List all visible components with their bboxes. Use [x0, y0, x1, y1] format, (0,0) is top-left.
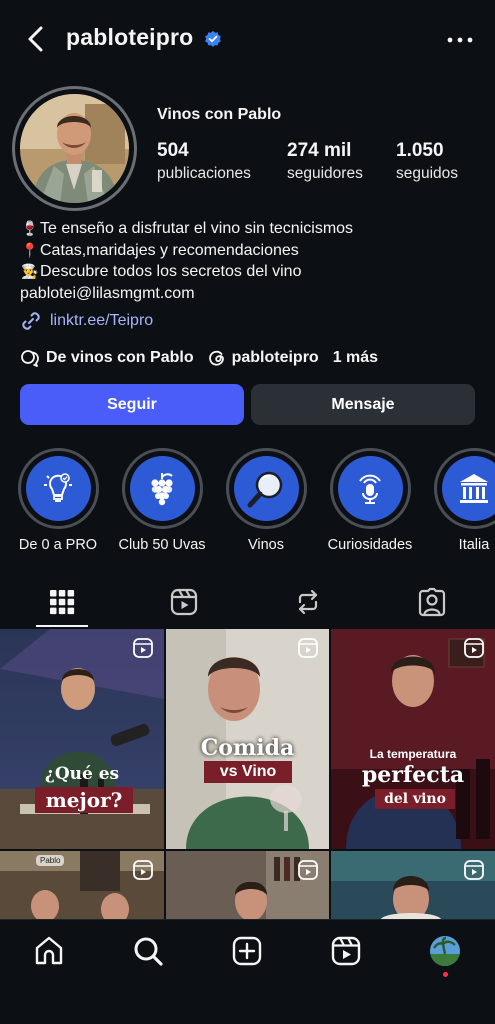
- post-caption: mejor?: [35, 787, 133, 813]
- stat-posts[interactable]: 504 publicaciones: [157, 140, 251, 183]
- highlight-italia[interactable]: Italia: [424, 448, 495, 553]
- profile-nav-avatar[interactable]: [430, 936, 460, 966]
- more-links-label: 1 más: [332, 349, 379, 366]
- more-horizontal-icon[interactable]: [446, 36, 474, 44]
- stat-followers[interactable]: 274 mil seguidores: [287, 140, 363, 183]
- profile-full-name: Vinos con Pablo: [157, 106, 282, 123]
- post-tile[interactable]: Pablo: [0, 851, 164, 919]
- stat-label: seguidos: [396, 165, 459, 182]
- bio-text: Catas,maridajes y recomendaciones: [40, 241, 299, 259]
- bottom-nav: [0, 919, 495, 1024]
- post-caption: perfecta: [361, 762, 465, 788]
- reel-badge-icon: [133, 638, 153, 658]
- profile-avatar[interactable]: [20, 94, 129, 203]
- post-caption: del vino: [375, 789, 455, 809]
- bio-email[interactable]: pablotei@lilasmgmt.com: [20, 283, 480, 305]
- highlight-label: Italia: [458, 537, 490, 553]
- profile-tabs: [0, 580, 495, 628]
- verified-badge-icon: [205, 30, 221, 47]
- threads-row: De vinos con Pablo pabloteipro 1 más: [20, 348, 392, 368]
- bio-line: 🍷 Te enseño a disfrutar el vino sin tecn…: [20, 218, 480, 240]
- microphone-icon: [359, 474, 381, 504]
- post-tile[interactable]: [166, 851, 329, 919]
- top-bar: pabloteipro: [0, 0, 495, 80]
- message-button[interactable]: Mensaje: [251, 384, 475, 425]
- temple-icon: [460, 473, 488, 503]
- bio-text: Te enseño a disfrutar el vino sin tecnic…: [40, 220, 354, 237]
- stat-following[interactable]: 1.050 seguidos: [396, 140, 458, 183]
- highlight-label: De 0 a PRO: [18, 537, 98, 553]
- bio-line: 👨‍🍳 Descubre todos los secretos del vino: [20, 261, 480, 283]
- post-badge: Pablo: [36, 855, 65, 866]
- highlight-label: Club 50 Uvas: [118, 537, 206, 553]
- community-chat-icon: [21, 350, 39, 367]
- magnifier-icon: [247, 471, 283, 507]
- post-tile[interactable]: ¿Qué es mejor?: [0, 629, 164, 849]
- post-tile[interactable]: La temperatura perfecta del vino: [331, 629, 495, 849]
- stat-value: 274 mil: [287, 140, 352, 161]
- threads-username: pabloteipro: [231, 349, 319, 366]
- post-tile[interactable]: Comida vs Vino: [166, 629, 329, 849]
- profile-username: pabloteipro: [66, 24, 194, 50]
- link-text: linktr.ee/Teipro: [50, 312, 154, 329]
- link-icon: [22, 312, 40, 330]
- highlight-vinos[interactable]: Vinos: [216, 448, 316, 553]
- reel-badge-icon: [464, 638, 484, 658]
- stat-value: 1.050: [396, 140, 444, 161]
- tagged-icon[interactable]: [416, 586, 448, 618]
- bio-text: pablotei@lilasmgmt.com: [20, 284, 195, 302]
- grid-icon[interactable]: [46, 586, 78, 618]
- reel-badge-icon: [464, 860, 484, 880]
- notification-dot: [443, 972, 448, 977]
- community-chip[interactable]: De vinos con Pablo: [20, 348, 194, 368]
- search-icon[interactable]: [131, 934, 165, 968]
- community-name: De vinos con Pablo: [46, 349, 194, 366]
- lightbulb-icon: [44, 472, 72, 502]
- threads-icon: [208, 350, 224, 366]
- highlight-curiosidades[interactable]: Curiosidades: [320, 448, 420, 553]
- home-icon[interactable]: [32, 934, 66, 968]
- reposts-icon[interactable]: [292, 586, 324, 618]
- post-caption: La temperatura: [369, 747, 457, 761]
- reels-icon[interactable]: [168, 586, 200, 618]
- post-caption: ¿Qué es: [44, 764, 120, 784]
- threads-chip[interactable]: pabloteipro: [208, 349, 319, 367]
- highlight-label: Curiosidades: [327, 537, 413, 553]
- active-tab-indicator: [36, 625, 88, 627]
- stat-label: publicaciones: [157, 165, 251, 182]
- post-tile[interactable]: [331, 851, 495, 919]
- highlight-de-0-a-pro[interactable]: De 0 a PRO: [8, 448, 108, 553]
- chevron-left-icon[interactable]: [22, 24, 50, 54]
- stat-value: 504: [157, 140, 189, 161]
- grapes-icon: [151, 472, 173, 505]
- post-caption: Comida: [200, 735, 295, 761]
- bio-text: Descubre todos los secretos del vino: [40, 263, 302, 280]
- chef-emoji: 👨‍🍳: [21, 263, 39, 279]
- stat-label: seguidores: [287, 165, 363, 182]
- create-post-icon[interactable]: [230, 934, 264, 968]
- profile-bio: 🍷 Te enseño a disfrutar el vino sin tecn…: [20, 218, 480, 304]
- bio-line: 📍 Catas,maridajes y recomendaciones: [20, 240, 480, 262]
- reel-badge-icon: [133, 860, 153, 880]
- post-caption: vs Vino: [204, 761, 292, 783]
- profile-link[interactable]: linktr.ee/Teipro: [20, 310, 153, 332]
- pin-emoji: 📍: [21, 241, 39, 258]
- reel-badge-icon: [298, 860, 318, 880]
- follow-button[interactable]: Seguir: [20, 384, 244, 425]
- highlight-club-50-uvas[interactable]: Club 50 Uvas: [112, 448, 212, 553]
- reel-badge-icon: [298, 638, 318, 658]
- wine-glass-emoji: 🍷: [21, 220, 39, 236]
- more-links[interactable]: 1 más: [333, 349, 378, 367]
- highlight-label: Vinos: [247, 537, 284, 553]
- reels-nav-icon[interactable]: [329, 934, 363, 968]
- posts-grid: ¿Qué es mejor? Comida vs Vino La tempera…: [0, 629, 495, 919]
